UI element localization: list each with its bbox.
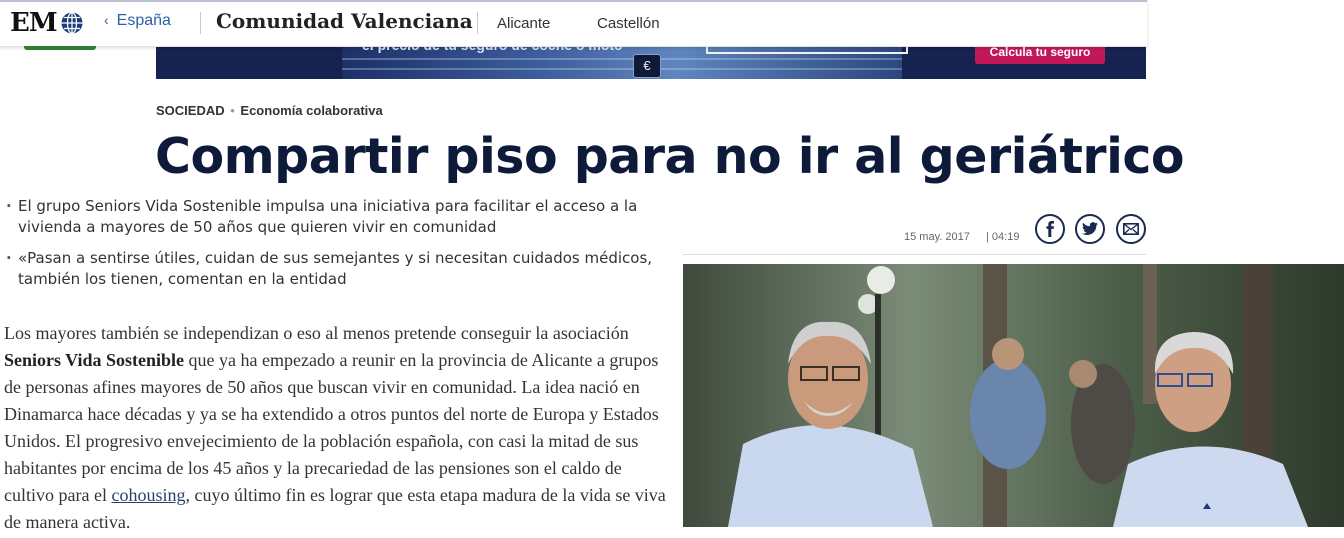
article-headline: Compartir piso para no ir al geriátrico: [155, 128, 1185, 185]
mail-icon: [1123, 223, 1139, 235]
meta-divider: [683, 254, 1146, 255]
logo-accent-bar: [24, 46, 96, 50]
ad-road-line: [342, 68, 902, 70]
ad-road-line: [342, 58, 902, 60]
back-link-espana[interactable]: ‹ España: [104, 12, 171, 30]
euro-icon: €: [633, 54, 661, 78]
logo-text: EM: [10, 8, 58, 38]
back-link-label: España: [116, 12, 171, 29]
summary-item: «Pasan a sentirse útiles, cuidan de sus …: [4, 248, 676, 290]
nav-link-alicante[interactable]: Alicante: [497, 15, 550, 32]
article-photo[interactable]: [683, 264, 1344, 527]
share-twitter-button[interactable]: [1075, 214, 1105, 244]
subsection-label[interactable]: Economía colaborativa: [240, 103, 382, 118]
section-label[interactable]: SOCIEDAD: [156, 103, 225, 118]
section-kicker: SOCIEDAD • Economía colaborativa: [156, 103, 383, 118]
cohousing-link[interactable]: cohousing: [111, 485, 185, 505]
top-navigation: EM ‹ España Comunidad Valenciana Alicante…: [0, 0, 1147, 47]
body-bold-org: Seniors Vida Sostenible: [4, 350, 185, 370]
publish-time: | 04:19: [986, 231, 1020, 243]
article-body: Los mayores también se independizan o es…: [4, 320, 672, 536]
globe-icon: [61, 11, 83, 35]
summary-item: El grupo Seniors Vida Sostenible impulsa…: [4, 196, 676, 238]
nav-link-castellon[interactable]: Castellón: [597, 15, 660, 32]
share-mail-button[interactable]: [1116, 214, 1146, 244]
region-title[interactable]: Comunidad Valenciana: [216, 9, 473, 33]
kicker-separator: •: [226, 103, 239, 118]
publish-date: 15 may. 2017: [904, 231, 970, 243]
site-logo[interactable]: EM: [10, 8, 84, 38]
nav-divider: [200, 12, 201, 34]
twitter-icon: [1082, 222, 1098, 236]
top-accent-line: [0, 0, 1147, 2]
photo-two-seniors-outdoors: [683, 264, 1344, 527]
body-text-part: Los mayores también se independizan o es…: [4, 323, 629, 343]
share-facebook-button[interactable]: [1035, 214, 1065, 244]
chevron-left-icon: ‹: [104, 12, 109, 28]
nav-divider: [477, 12, 478, 34]
article-summary: El grupo Seniors Vida Sostenible impulsa…: [4, 196, 676, 300]
body-text-part: que ya ha empezado a reunir en la provin…: [4, 350, 659, 505]
facebook-icon: [1046, 221, 1054, 237]
